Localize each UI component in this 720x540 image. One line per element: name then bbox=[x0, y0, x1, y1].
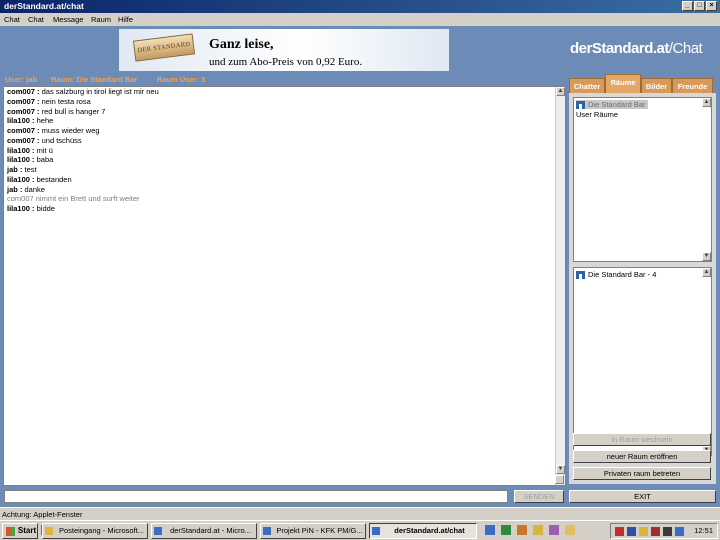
chat-message: lila100 : bidde bbox=[7, 204, 55, 213]
menu-item-message[interactable]: Message bbox=[53, 15, 83, 24]
room-detail-list[interactable]: Die Standard Bar - 4 ▲ ▼ bbox=[573, 267, 712, 456]
quicklaunch-folder-icon[interactable] bbox=[565, 525, 575, 535]
tray-icon[interactable] bbox=[615, 527, 624, 536]
ie-icon bbox=[154, 527, 162, 535]
chat-log-scrollbar[interactable]: ▲ ▼ bbox=[555, 87, 565, 485]
chat-system-message: com007 nimmt ein Brett und surft weiter bbox=[7, 194, 140, 203]
rooms-list-scrollbar[interactable]: ▲ ▼ bbox=[702, 98, 711, 261]
change-room-button[interactable]: in Raum wechseln bbox=[573, 433, 711, 446]
tray-icon[interactable] bbox=[663, 527, 672, 536]
list-item-room-selected[interactable]: Die Standard Bar bbox=[576, 100, 648, 110]
maximize-button[interactable]: □ bbox=[694, 1, 705, 11]
system-tray: 12:51 bbox=[610, 523, 718, 539]
ie-icon bbox=[263, 527, 271, 535]
status-bar: Achtung: Applet-Fenster bbox=[0, 507, 720, 520]
rooms-panel: Die Standard Bar User Räume ▲ ▼ Die Stan… bbox=[569, 93, 716, 484]
minimize-button[interactable]: _ bbox=[682, 1, 693, 11]
ad-headline: Ganz leise, bbox=[209, 37, 274, 52]
clock[interactable]: 12:51 bbox=[694, 526, 713, 535]
quicklaunch-app-icon[interactable] bbox=[533, 525, 543, 535]
brand-logo: derStandard.at/Chat bbox=[570, 40, 703, 57]
info-user-count: Raum User: 3 bbox=[157, 75, 206, 84]
chat-applet: DER STANDARD Ganz leise, und zum Abo-Pre… bbox=[0, 26, 720, 507]
chat-message: lila100 : hehe bbox=[7, 116, 54, 125]
chat-message: lila100 : bestanden bbox=[7, 175, 72, 184]
menu-bar: Chat Chat Message Raum Hilfe bbox=[0, 13, 720, 26]
info-user: User: jab bbox=[5, 75, 38, 84]
taskbar: Start Posteingang - Microsoft... derStan… bbox=[0, 520, 720, 540]
scroll-down-icon[interactable]: ▼ bbox=[702, 252, 711, 261]
menu-item-raum[interactable]: Raum bbox=[91, 15, 111, 24]
exit-button[interactable]: EXIT bbox=[569, 490, 716, 503]
window-title: derStandard.at/chat bbox=[4, 1, 84, 11]
scroll-down-icon[interactable]: ▼ bbox=[556, 465, 565, 474]
tab-raeume[interactable]: Räume bbox=[605, 74, 641, 93]
message-input[interactable] bbox=[4, 490, 508, 503]
chat-message: jab : danke bbox=[7, 185, 45, 194]
scroll-corner bbox=[555, 475, 564, 484]
new-room-button[interactable]: neuer Raum eröffnen bbox=[573, 450, 711, 463]
list-item-category[interactable]: User Räume bbox=[576, 110, 618, 119]
scroll-up-icon[interactable]: ▲ bbox=[702, 268, 711, 277]
taskbar-item-projekt-pin[interactable]: Projekt PiN - KFK PM/G... bbox=[260, 523, 366, 539]
tray-icon[interactable] bbox=[651, 527, 660, 536]
quicklaunch-app-icon[interactable] bbox=[501, 525, 511, 535]
send-button[interactable]: SENDEN bbox=[514, 490, 564, 503]
brand-bold: derStandard.at bbox=[570, 40, 669, 57]
quicklaunch-ie-icon[interactable] bbox=[485, 525, 495, 535]
tray-icon[interactable] bbox=[675, 527, 684, 536]
chat-message: lila100 : baba bbox=[7, 155, 54, 164]
chat-message: com007 : nein testa rosa bbox=[7, 97, 91, 106]
room-icon bbox=[576, 271, 585, 280]
start-button[interactable]: Start bbox=[2, 523, 38, 539]
ad-subline: und zum Abo-Preis von 0,92 Euro. bbox=[209, 56, 363, 68]
scroll-up-icon[interactable]: ▲ bbox=[702, 98, 711, 107]
scroll-up-icon[interactable]: ▲ bbox=[556, 87, 565, 96]
quicklaunch-app-icon[interactable] bbox=[549, 525, 559, 535]
chat-message: com007 : und tschüss bbox=[7, 136, 82, 145]
window-titlebar: derStandard.at/chat _ □ × bbox=[0, 0, 720, 13]
taskbar-item-derstandard[interactable]: derStandard.at - Micro... bbox=[151, 523, 257, 539]
chat-message: lila100 : mit ü bbox=[7, 146, 53, 155]
private-room-button[interactable]: Privaten raum betreten bbox=[573, 467, 711, 480]
brand-light: /Chat bbox=[668, 40, 703, 57]
windows-flag-icon bbox=[6, 527, 15, 536]
quicklaunch-app-icon[interactable] bbox=[517, 525, 527, 535]
info-room: Raum: Die Standard Bar bbox=[51, 75, 138, 84]
taskbar-item-outlook[interactable]: Posteingang - Microsoft... bbox=[42, 523, 148, 539]
ad-banner[interactable]: DER STANDARD Ganz leise, und zum Abo-Pre… bbox=[119, 29, 449, 71]
tray-icon[interactable] bbox=[627, 527, 636, 536]
chat-message: com007 : red bull is hanger 7 bbox=[7, 107, 106, 116]
rooms-list[interactable]: Die Standard Bar User Räume ▲ ▼ bbox=[573, 97, 712, 262]
chat-message: com007 : muss wieder weg bbox=[7, 126, 100, 135]
menu-item-chat-2[interactable]: Chat bbox=[28, 15, 44, 24]
list-item-room-detail[interactable]: Die Standard Bar - 4 bbox=[576, 270, 656, 280]
outlook-icon bbox=[45, 527, 53, 535]
tab-chatter[interactable]: Chatter bbox=[569, 78, 605, 93]
tab-bilder[interactable]: Bilder bbox=[641, 78, 672, 93]
close-button[interactable]: × bbox=[706, 1, 717, 11]
room-detail-scrollbar[interactable]: ▲ ▼ bbox=[702, 268, 711, 455]
chat-log[interactable]: com007 : das salzburg in tirol liegt ist… bbox=[3, 86, 566, 486]
ie-icon bbox=[372, 527, 380, 535]
menu-item-hilfe[interactable]: Hilfe bbox=[118, 15, 133, 24]
tray-icon[interactable] bbox=[639, 527, 648, 536]
tab-freunde[interactable]: Freunde bbox=[672, 78, 713, 93]
taskbar-item-chat[interactable]: derStandard.at/chat bbox=[369, 523, 477, 539]
chat-message: com007 : das salzburg in tirol liegt ist… bbox=[7, 87, 159, 96]
ad-logo: DER STANDARD bbox=[132, 33, 196, 62]
menu-item-chat[interactable]: Chat bbox=[4, 15, 20, 24]
room-icon bbox=[576, 101, 585, 110]
chat-message: jab : test bbox=[7, 165, 37, 174]
